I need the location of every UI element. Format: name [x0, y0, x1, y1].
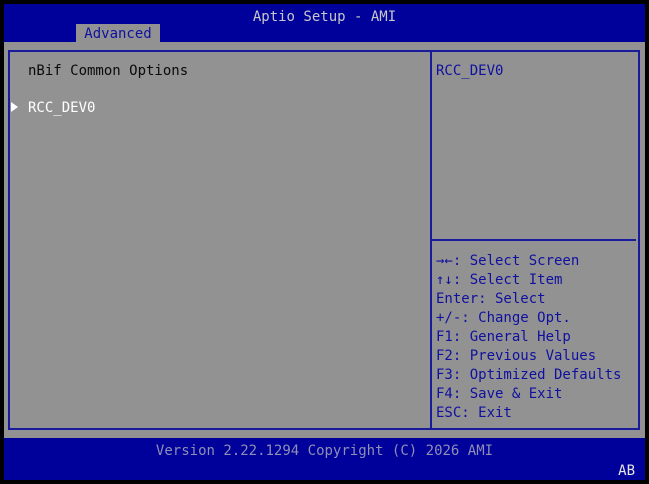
key-hint-select-item: ↑↓: Select Item	[436, 272, 563, 288]
main-panel: nBif Common Options RCC_DEV0 RCC_DEV0 →←…	[4, 42, 645, 438]
key-hint-f4: F4: Save & Exit	[436, 386, 563, 402]
footer-bar: Version 2.22.1294 Copyright (C) 2026 AMI…	[4, 438, 645, 480]
submenu-arrow-icon	[11, 102, 18, 112]
menu-item-label: RCC_DEV0	[28, 100, 96, 116]
header-bar: Aptio Setup - AMI Advanced	[4, 4, 645, 42]
help-divider	[432, 239, 636, 241]
key-hint-f3: F3: Optimized Defaults	[436, 367, 622, 383]
key-hint-f2: F2: Previous Values	[436, 348, 597, 364]
version-text: Version 2.22.1294 Copyright (C) 2026 AMI	[155, 443, 494, 459]
key-hint-enter: Enter: Select	[436, 291, 546, 307]
key-hint-select-screen: →←: Select Screen	[436, 253, 580, 269]
bios-screen: Aptio Setup - AMI Advanced nBif Common O…	[0, 0, 649, 484]
help-description: RCC_DEV0	[436, 63, 504, 79]
tab-advanced[interactable]: Advanced	[76, 24, 160, 42]
status-badge: AB	[618, 463, 635, 479]
key-hint-esc: ESC: Exit	[436, 405, 512, 421]
key-hint-f1: F1: General Help	[436, 329, 571, 345]
key-hint-change-opt: +/-: Change Opt.	[436, 310, 571, 326]
section-title: nBif Common Options	[28, 63, 189, 79]
